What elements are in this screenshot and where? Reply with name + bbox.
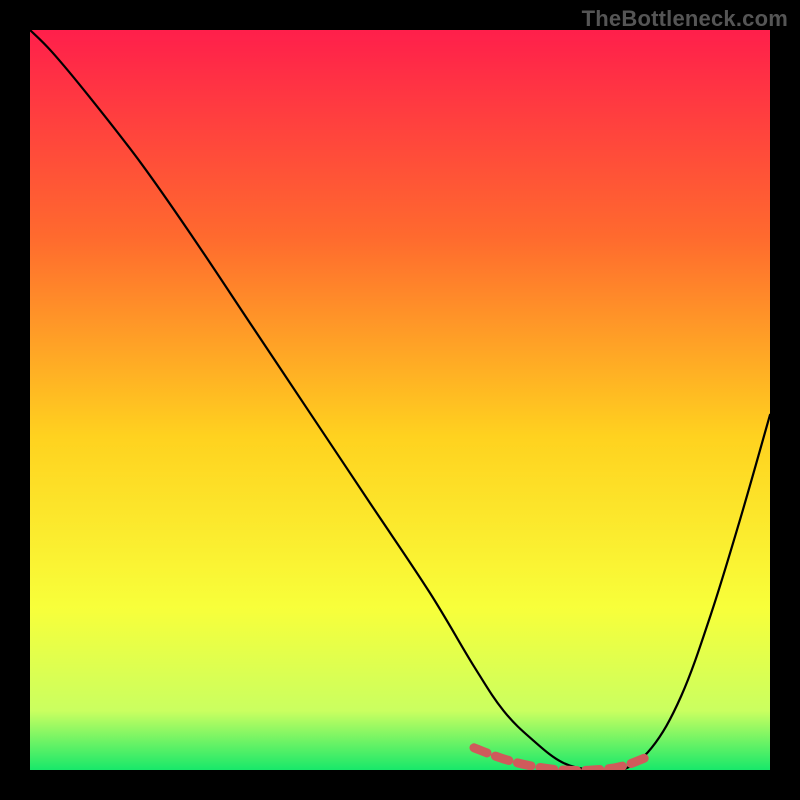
chart-svg bbox=[30, 30, 770, 770]
chart-frame: TheBottleneck.com bbox=[0, 0, 800, 800]
gradient-background bbox=[30, 30, 770, 770]
watermark-text: TheBottleneck.com bbox=[582, 6, 788, 32]
plot-area bbox=[30, 30, 770, 770]
